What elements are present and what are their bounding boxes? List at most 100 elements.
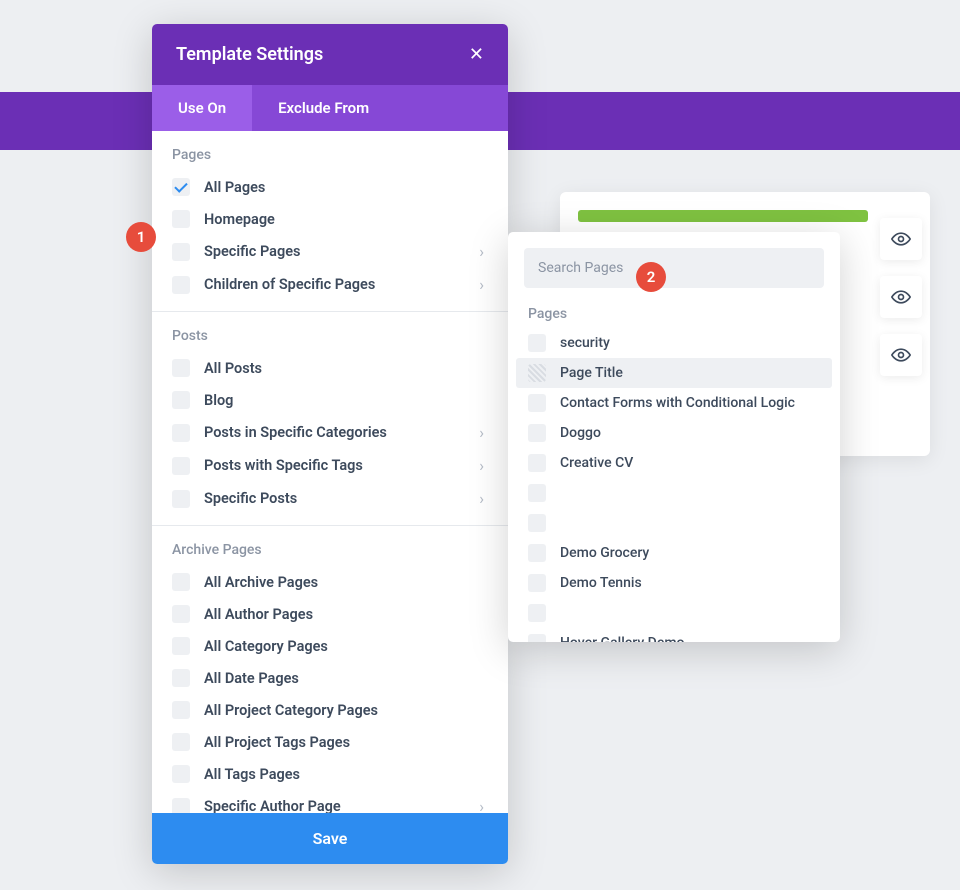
flyout-item[interactable]: Contact Forms with Conditional Logic <box>508 388 840 418</box>
flyout-item[interactable]: Demo Tennis <box>508 568 840 598</box>
green-accent <box>578 210 868 222</box>
checkbox[interactable] <box>528 334 546 352</box>
flyout-item[interactable] <box>508 478 840 508</box>
modal-header: Template Settings ✕ <box>152 24 508 85</box>
tab-use-on[interactable]: Use On <box>152 85 252 131</box>
option-item[interactable]: All Project Category Pages <box>152 694 508 726</box>
checkbox[interactable] <box>172 359 190 377</box>
option-label: Specific Author Page <box>204 798 479 813</box>
section: Archive PagesAll Archive PagesAll Author… <box>152 526 508 813</box>
flyout-item-label: Demo Grocery <box>560 545 649 561</box>
modal-tabs: Use On Exclude From <box>152 85 508 131</box>
option-label: All Archive Pages <box>204 574 488 591</box>
close-icon[interactable]: ✕ <box>469 44 484 65</box>
checkbox[interactable] <box>528 424 546 442</box>
checkbox[interactable] <box>172 210 190 228</box>
option-label: All Author Pages <box>204 606 488 623</box>
flyout-item[interactable]: security <box>508 328 840 358</box>
checkbox[interactable] <box>172 637 190 655</box>
option-item[interactable]: Specific Posts› <box>152 482 508 515</box>
flyout-section-title: Pages <box>508 300 840 328</box>
save-button[interactable]: Save <box>152 813 508 864</box>
flyout-item-label: Creative CV <box>560 455 633 471</box>
checkbox[interactable] <box>172 605 190 623</box>
option-item[interactable]: Blog <box>152 384 508 416</box>
chevron-right-icon: › <box>479 797 488 813</box>
checkbox[interactable] <box>528 544 546 562</box>
flyout-item-label: security <box>560 335 610 351</box>
checkbox[interactable] <box>172 178 190 196</box>
section-title: Pages <box>152 147 508 171</box>
modal-body: PagesAll PagesHomepageSpecific Pages›Chi… <box>152 131 508 813</box>
option-item[interactable]: Specific Author Page› <box>152 790 508 813</box>
checkbox[interactable] <box>172 733 190 751</box>
option-item[interactable]: Posts with Specific Tags› <box>152 449 508 482</box>
checkbox[interactable] <box>172 573 190 591</box>
flyout-item[interactable] <box>508 508 840 538</box>
option-label: All Category Pages <box>204 638 488 655</box>
checkbox[interactable] <box>172 669 190 687</box>
annotation-badge-2: 2 <box>636 262 666 292</box>
eye-icon <box>891 345 911 365</box>
flyout-item[interactable]: Creative CV <box>508 448 840 478</box>
option-item[interactable]: Children of Specific Pages› <box>152 268 508 301</box>
option-item[interactable]: Posts in Specific Categories› <box>152 416 508 449</box>
checkbox[interactable] <box>172 391 190 409</box>
option-item[interactable]: Homepage <box>152 203 508 235</box>
checkbox[interactable] <box>528 454 546 472</box>
search-input[interactable]: Search Pages <box>524 248 824 288</box>
option-label: All Project Tags Pages <box>204 734 488 751</box>
checkbox[interactable] <box>528 394 546 412</box>
option-item[interactable]: All Date Pages <box>152 662 508 694</box>
checkbox[interactable] <box>528 604 546 622</box>
option-label: All Pages <box>204 179 488 196</box>
checkbox[interactable] <box>172 424 190 442</box>
checkbox[interactable] <box>528 364 546 382</box>
flyout-item-label: Doggo <box>560 425 601 441</box>
checkbox[interactable] <box>172 243 190 261</box>
checkbox[interactable] <box>528 514 546 532</box>
option-item[interactable]: All Archive Pages <box>152 566 508 598</box>
option-item[interactable]: All Pages <box>152 171 508 203</box>
checkbox[interactable] <box>172 490 190 508</box>
eye-icon <box>891 229 911 249</box>
option-item[interactable]: All Tags Pages <box>152 758 508 790</box>
flyout-item-label: Hover Gallery Demo <box>560 635 684 642</box>
option-item[interactable]: All Posts <box>152 352 508 384</box>
flyout-item[interactable]: Doggo <box>508 418 840 448</box>
tab-exclude-from[interactable]: Exclude From <box>252 85 395 131</box>
flyout-item-label: Page Title <box>560 365 623 381</box>
checkbox[interactable] <box>172 276 190 294</box>
checkbox[interactable] <box>172 701 190 719</box>
checkbox[interactable] <box>528 634 546 642</box>
checkbox[interactable] <box>172 798 190 814</box>
chevron-right-icon: › <box>479 456 488 475</box>
chevron-right-icon: › <box>479 242 488 261</box>
option-label: Blog <box>204 392 488 409</box>
option-label: Posts in Specific Categories <box>204 424 479 441</box>
option-item[interactable]: Specific Pages› <box>152 235 508 268</box>
option-item[interactable]: All Project Tags Pages <box>152 726 508 758</box>
checkbox[interactable] <box>172 457 190 475</box>
flyout-item[interactable]: Page Title <box>516 358 832 388</box>
flyout-item[interactable]: Hover Gallery Demo <box>508 628 840 642</box>
checkbox[interactable] <box>528 574 546 592</box>
option-label: All Date Pages <box>204 670 488 687</box>
option-label: Specific Pages <box>204 243 479 260</box>
flyout-item[interactable] <box>508 598 840 628</box>
annotation-badge-1: 1 <box>126 222 156 252</box>
checkbox[interactable] <box>528 484 546 502</box>
chevron-right-icon: › <box>479 423 488 442</box>
preview-button[interactable] <box>880 218 922 260</box>
option-item[interactable]: All Category Pages <box>152 630 508 662</box>
template-settings-modal: Template Settings ✕ Use On Exclude From … <box>152 24 508 864</box>
section-title: Posts <box>152 328 508 352</box>
preview-button[interactable] <box>880 276 922 318</box>
option-item[interactable]: All Author Pages <box>152 598 508 630</box>
pages-flyout: Search Pages Pages security Page Title Con… <box>508 232 840 642</box>
preview-button[interactable] <box>880 334 922 376</box>
chevron-right-icon: › <box>479 489 488 508</box>
eye-icon <box>891 287 911 307</box>
flyout-item[interactable]: Demo Grocery <box>508 538 840 568</box>
checkbox[interactable] <box>172 765 190 783</box>
